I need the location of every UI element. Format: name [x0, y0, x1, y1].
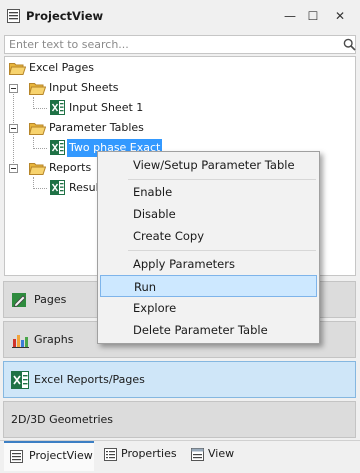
nav-label: 2D/3D Geometries [11, 413, 114, 426]
view-icon [191, 448, 204, 461]
tree-item-label: Parameter Tables [49, 121, 144, 134]
open-folder-icon [29, 163, 46, 175]
open-folder-icon [9, 63, 26, 75]
menu-item-view-setup[interactable]: View/Setup Parameter Table [100, 154, 317, 176]
document-icon [10, 450, 23, 463]
tree-item-excel-pages[interactable]: Excel Pages [5, 59, 345, 77]
open-folder-icon [29, 123, 46, 135]
menu-item-run[interactable]: Run [100, 275, 317, 297]
collapse-toggle-icon[interactable] [9, 124, 18, 133]
app-icon [7, 9, 20, 23]
tree-item-input-sheets[interactable]: Input Sheets [5, 79, 345, 97]
close-button[interactable]: ✕ [329, 6, 351, 26]
search-icon[interactable] [343, 38, 356, 51]
tree-item-label: Excel Pages [29, 61, 94, 74]
menu-separator [128, 179, 316, 180]
tab-projectview[interactable]: ProjectView [4, 441, 94, 471]
nav-excel-reports-button[interactable]: Excel Reports/Pages [3, 361, 356, 398]
tab-properties[interactable]: Properties [100, 441, 180, 469]
tree-item-label: Reports [49, 161, 92, 174]
menu-separator [128, 250, 316, 251]
search-input[interactable] [9, 37, 329, 52]
tree-item-label: Input Sheets [49, 81, 119, 94]
menu-item-apply-parameters[interactable]: Apply Parameters [100, 253, 317, 275]
menu-item-delete-parameter-table[interactable]: Delete Parameter Table [100, 319, 317, 341]
collapse-toggle-icon[interactable] [9, 164, 18, 173]
minimize-button[interactable]: — [279, 6, 301, 26]
collapse-toggle-icon[interactable] [9, 84, 18, 93]
excel-sheet-icon [50, 180, 65, 195]
menu-item-disable[interactable]: Disable [100, 203, 317, 225]
tab-label: View [208, 447, 235, 460]
excel-icon [11, 371, 29, 389]
tree-item-label: Input Sheet 1 [69, 101, 144, 114]
nav-geometries-button[interactable]: 2D/3D Geometries [3, 401, 356, 438]
tree-item-input-sheet-1[interactable]: Input Sheet 1 [5, 99, 345, 117]
excel-sheet-icon [50, 140, 65, 155]
context-menu: View/Setup Parameter Table Enable Disabl… [97, 151, 320, 344]
menu-item-enable[interactable]: Enable [100, 181, 317, 203]
tree-item-parameter-tables[interactable]: Parameter Tables [5, 119, 345, 137]
nav-label: Graphs [34, 333, 74, 346]
bar-chart-icon [12, 335, 29, 348]
maximize-button[interactable]: ☐ [302, 6, 324, 26]
search-box [4, 35, 356, 54]
bottom-tab-bar: ProjectView Properties View [0, 440, 360, 473]
menu-item-create-copy[interactable]: Create Copy [100, 225, 317, 247]
tab-view[interactable]: View [187, 441, 247, 469]
tab-label: Properties [121, 447, 177, 460]
window-title: ProjectView [26, 9, 104, 23]
nav-label: Pages [34, 293, 67, 306]
properties-icon [104, 448, 117, 461]
tab-label: ProjectView [29, 449, 93, 462]
pencil-icon [12, 293, 26, 308]
menu-item-explore[interactable]: Explore [100, 297, 317, 319]
open-folder-icon [29, 83, 46, 95]
nav-label: Excel Reports/Pages [34, 373, 145, 386]
title-bar: ProjectView — ☐ ✕ [0, 0, 360, 32]
excel-sheet-icon [50, 100, 65, 115]
